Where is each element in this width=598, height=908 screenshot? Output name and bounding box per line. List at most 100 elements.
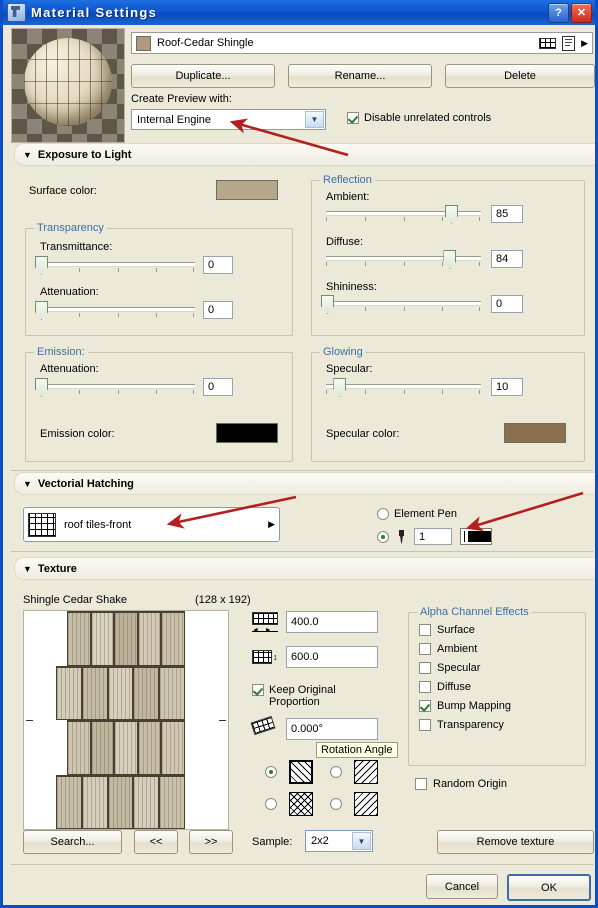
element-pen-row[interactable]: Element Pen bbox=[377, 508, 457, 520]
duplicate-button[interactable]: Duplicate... bbox=[131, 64, 275, 88]
app-icon bbox=[7, 3, 26, 22]
chevron-down-icon[interactable]: ▼ bbox=[305, 111, 324, 128]
search-button[interactable]: Search... bbox=[23, 830, 122, 854]
delete-button[interactable]: Delete bbox=[445, 64, 595, 88]
diffuse-value[interactable]: 84 bbox=[491, 250, 523, 268]
mirror-option-1[interactable] bbox=[265, 760, 313, 784]
attenuation-slider[interactable] bbox=[35, 301, 195, 323]
keep-proportion-row[interactable]: Keep Original Proportion bbox=[252, 684, 336, 708]
alpha-checkbox-bump-mapping[interactable] bbox=[419, 700, 431, 712]
sample-select[interactable]: 2x2 ▼ bbox=[305, 830, 373, 852]
expand-arrow-icon[interactable]: ▶ bbox=[581, 38, 588, 49]
keep-proportion-checkbox[interactable] bbox=[252, 684, 264, 696]
emission-color-label: Emission color: bbox=[40, 428, 115, 440]
mirror-radio-4[interactable] bbox=[330, 798, 342, 810]
pen-number-value[interactable]: 1 bbox=[414, 528, 452, 545]
diffuse-slider[interactable] bbox=[326, 250, 481, 272]
dropdown-arrow-icon[interactable]: ▶ bbox=[268, 519, 275, 530]
alpha-item-surface[interactable]: Surface bbox=[419, 624, 585, 636]
transparency-group: Transparency Transmittance: 0 Attenuatio… bbox=[25, 222, 293, 336]
alpha-item-specular[interactable]: Specular bbox=[419, 662, 585, 674]
next-texture-button[interactable]: >> bbox=[189, 830, 233, 854]
emission-color-swatch[interactable] bbox=[216, 423, 278, 443]
collapse-triangle-icon: ▼ bbox=[23, 149, 32, 160]
rotation-row: 0.000° bbox=[250, 715, 378, 740]
pen-color-swatch[interactable] bbox=[460, 528, 492, 545]
alpha-checkbox-diffuse[interactable] bbox=[419, 681, 431, 693]
collapse-triangle-icon: ▼ bbox=[23, 563, 32, 574]
mirror-option-2[interactable] bbox=[330, 760, 378, 784]
help-icon[interactable]: ? bbox=[548, 2, 569, 23]
custom-pen-radio[interactable] bbox=[377, 530, 389, 543]
ok-button[interactable]: OK bbox=[507, 874, 591, 901]
transmittance-value[interactable]: 0 bbox=[203, 256, 233, 274]
preview-engine-select[interactable]: Internal Engine ▼ bbox=[131, 109, 326, 130]
mirror-pattern-icon-1 bbox=[289, 760, 313, 784]
alpha-channel-effects-group: Alpha Channel Effects Surface Ambient Sp… bbox=[408, 606, 586, 766]
alpha-checkbox-specular[interactable] bbox=[419, 662, 431, 674]
chevron-down-icon[interactable]: ▼ bbox=[352, 832, 371, 850]
remove-texture-button[interactable]: Remove texture bbox=[437, 830, 594, 854]
mirror-pattern-icon-4 bbox=[354, 792, 378, 816]
random-origin-row[interactable]: Random Origin bbox=[415, 778, 507, 790]
preview-engine-value: Internal Engine bbox=[137, 113, 211, 126]
alpha-item-ambient[interactable]: Ambient bbox=[419, 643, 585, 655]
material-name-field[interactable]: Roof-Cedar Shingle ▶ bbox=[131, 32, 593, 54]
glowing-specular-slider[interactable] bbox=[326, 378, 481, 400]
surface-color-swatch[interactable] bbox=[216, 180, 278, 200]
transmittance-slider[interactable] bbox=[35, 256, 195, 278]
ambient-slider[interactable] bbox=[326, 205, 481, 227]
mirror-radio-2[interactable] bbox=[330, 766, 342, 778]
title-bar: Material Settings ? ✕ bbox=[3, 0, 595, 25]
texture-grid-icon[interactable] bbox=[539, 37, 557, 49]
custom-pen-row[interactable]: 1 bbox=[377, 528, 492, 545]
slider-label: Shininess: bbox=[326, 281, 377, 293]
hatching-pattern-selector[interactable]: roof tiles-front ▶ bbox=[23, 507, 280, 542]
section-hatching-title: Vectorial Hatching bbox=[37, 477, 134, 490]
texture-height-icon: ↕ bbox=[252, 647, 278, 667]
specular-color-swatch[interactable] bbox=[504, 423, 566, 443]
mirror-radio-1[interactable] bbox=[265, 766, 277, 778]
close-icon[interactable]: ✕ bbox=[571, 2, 592, 23]
cancel-button[interactable]: Cancel bbox=[426, 874, 498, 899]
slider-row: Specular: 10 bbox=[326, 363, 571, 400]
emission-attenuation-slider[interactable] bbox=[35, 378, 195, 400]
alpha-item-diffuse[interactable]: Diffuse bbox=[419, 681, 585, 693]
slider-label: Specular: bbox=[326, 363, 373, 375]
disable-unrelated-checkbox[interactable] bbox=[347, 112, 359, 124]
texture-height-value[interactable]: 600.0 bbox=[286, 646, 378, 668]
shininess-slider[interactable] bbox=[321, 295, 481, 317]
alpha-checkbox-transparency[interactable] bbox=[419, 719, 431, 731]
ambient-value[interactable]: 85 bbox=[491, 205, 523, 223]
rename-button[interactable]: Rename... bbox=[288, 64, 432, 88]
mirror-option-4[interactable] bbox=[330, 792, 378, 816]
alpha-items: Surface Ambient Specular Diffuse Bump Ma… bbox=[409, 613, 585, 731]
previous-texture-button[interactable]: << bbox=[134, 830, 178, 854]
texture-width-value[interactable]: 400.0 bbox=[286, 611, 378, 633]
material-color-swatch[interactable] bbox=[136, 35, 151, 51]
section-vectorial-hatching[interactable]: ▼ Vectorial Hatching bbox=[14, 472, 595, 495]
slider-label: Ambient: bbox=[326, 191, 370, 203]
document-icon[interactable] bbox=[562, 35, 576, 51]
attenuation-value[interactable]: 0 bbox=[203, 301, 233, 319]
reflection-group: Reflection Ambient: 85 Diffuse: 84 Shini… bbox=[311, 174, 585, 336]
divider bbox=[11, 864, 593, 865]
section-exposure-to-light[interactable]: ▼ Exposure to Light bbox=[14, 143, 595, 166]
alpha-checkbox-surface[interactable] bbox=[419, 624, 431, 636]
alpha-item-bump-mapping[interactable]: Bump Mapping bbox=[419, 700, 585, 712]
sample-label: Sample: bbox=[252, 836, 293, 848]
rotation-value[interactable]: 0.000° bbox=[286, 718, 378, 740]
mirror-radio-3[interactable] bbox=[265, 798, 277, 810]
alpha-item-transparency[interactable]: Transparency bbox=[419, 719, 585, 731]
emission-attenuation-value[interactable]: 0 bbox=[203, 378, 233, 396]
disable-unrelated-controls-row[interactable]: Disable unrelated controls bbox=[347, 112, 491, 124]
texture-preview[interactable] bbox=[23, 610, 229, 830]
glowing-specular-value[interactable]: 10 bbox=[491, 378, 523, 396]
alpha-checkbox-ambient[interactable] bbox=[419, 643, 431, 655]
sample-value: 2x2 bbox=[311, 835, 329, 847]
shininess-value[interactable]: 0 bbox=[491, 295, 523, 313]
section-texture[interactable]: ▼ Texture bbox=[14, 557, 595, 580]
random-origin-checkbox[interactable] bbox=[415, 778, 427, 790]
mirror-option-3[interactable] bbox=[265, 792, 313, 816]
element-pen-radio[interactable] bbox=[377, 508, 389, 520]
